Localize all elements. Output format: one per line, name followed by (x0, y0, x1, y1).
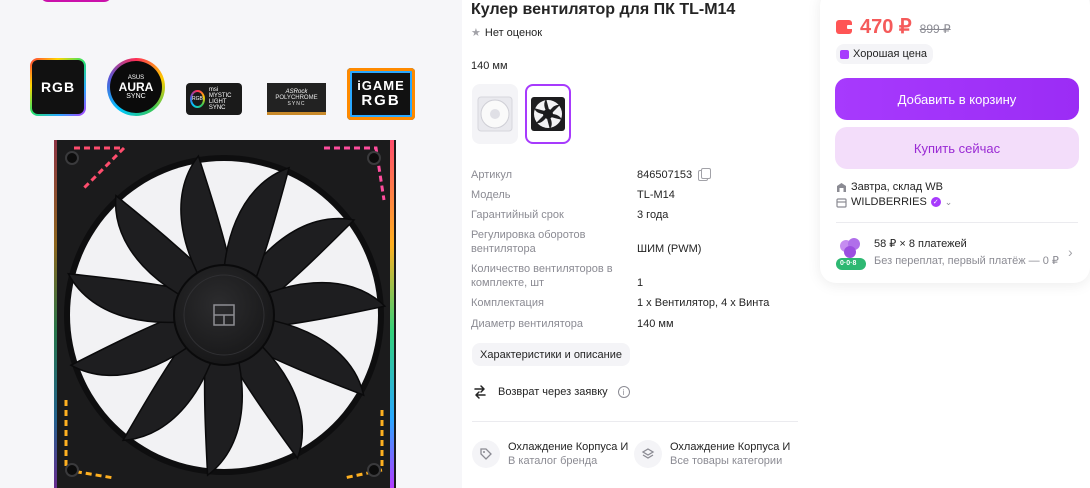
msi-ring: RGB (190, 90, 205, 108)
old-price: 899 ₽ (919, 22, 951, 36)
variant-thumb-black[interactable] (525, 84, 571, 144)
store-icon (836, 197, 847, 208)
copy-icon[interactable] (698, 167, 712, 181)
return-info[interactable]: Возврат через заявку i (472, 384, 630, 400)
installments-badge: 0·0·8 (840, 260, 857, 267)
spec-value: 140 мм (637, 318, 674, 330)
spec-key: Комплектация (471, 297, 544, 309)
igame-text: iGAME (357, 78, 405, 93)
seller-name: WILDBERRIES (851, 196, 927, 208)
fan-image (54, 140, 396, 488)
spec-row-article: Артикул 846507153 (471, 167, 801, 182)
product-gallery[interactable]: RGB ASUS AURA SYNC RGB msi MYSTIC LIGHT … (0, 0, 462, 488)
asrock-polychrome-logo: ASRock POLYCHROME SYNC (267, 83, 326, 115)
top-tag (40, 0, 112, 2)
star-icon: ★ (471, 27, 481, 39)
brand-category-title: Охлаждение Корпуса И (508, 441, 629, 453)
spec-value: ШИМ (PWM) (637, 243, 702, 255)
wallet-icon (836, 20, 853, 34)
spec-value: 3 года (637, 209, 669, 221)
rating-text: Нет оценок (484, 26, 543, 39)
verified-icon: ✓ (930, 197, 941, 207)
spec-row-package: Комплектация 1 х Вентилятор, 4 х Винта (471, 296, 801, 310)
spec-key: Гарантийный срок (471, 209, 564, 221)
installments-icon: 0·0·8 (836, 236, 866, 272)
spec-value: 1 (637, 277, 644, 289)
msi-mystic-light-logo: RGB msi MYSTIC LIGHT SYNC (186, 83, 242, 115)
rgb-badge-label: RGB (40, 79, 76, 95)
rgb-badge: RGB (30, 58, 86, 116)
igame-rgb-logo: iGAME RGB (347, 68, 415, 120)
tag-icon (472, 440, 500, 468)
spec-row-warranty: Гарантийный срок 3 года (471, 208, 801, 222)
aura-main-text: AURA (118, 79, 154, 94)
good-price-text: Хорошая цена (853, 48, 928, 60)
panel-divider (836, 222, 1078, 223)
spec-key: Артикул (471, 169, 513, 181)
aura-sub-text: SYNC (126, 92, 146, 100)
igame-rgb-text: RGB (361, 92, 401, 109)
spec-key: Модель (471, 189, 511, 201)
info-icon[interactable]: i (617, 386, 630, 398)
seller-info[interactable]: WILDBERRIES ✓ ⌄ (836, 196, 952, 208)
add-to-cart-button[interactable]: Добавить в корзину (835, 78, 1079, 120)
installments-subtitle: Без переплат, первый платёж — 0 ₽ (874, 255, 1059, 267)
product-page: RGB ASUS AURA SYNC RGB msi MYSTIC LIGHT … (0, 0, 1090, 488)
current-price: 470 ₽ (860, 16, 912, 38)
spec-value: TL-M14 (637, 189, 675, 201)
category-all-label: Все товары категории (670, 455, 783, 467)
spec-value: 1 х Вентилятор, 4 х Винта (637, 297, 770, 309)
spec-value: 846507153 (637, 167, 712, 182)
spec-row-speed-control: Регулировка оборотов вентилятора ШИМ (PW… (471, 228, 801, 256)
product-title: Кулер вентилятор для ПК TL-M14 (471, 1, 736, 18)
rating[interactable]: ★ Нет оценок (471, 26, 543, 40)
divider (472, 421, 798, 422)
spec-key: Диаметр вентилятора (471, 318, 583, 330)
installments-offer[interactable]: 0·0·8 58 ₽ × 8 платежей Без переплат, пе… (836, 236, 1080, 272)
good-price-badge: Хорошая цена (836, 44, 934, 64)
return-text: Возврат через заявку (498, 386, 608, 398)
black-fan-thumb-icon (531, 97, 565, 131)
spec-row-model: Модель TL-M14 (471, 188, 801, 202)
spec-key: Регулировка оборотов вентилятора (471, 229, 586, 255)
brand-catalog-link[interactable]: Охлаждение Корпуса И В каталог бренда (472, 440, 632, 468)
chevron-right-icon: › (1068, 244, 1073, 260)
warehouse-icon (837, 182, 846, 192)
thumbs-up-icon (840, 49, 849, 59)
brand-catalog-label: В каталог бренда (508, 455, 598, 467)
buy-now-button[interactable]: Купить сейчас (835, 127, 1079, 169)
asrock-sub: SYNC (287, 100, 306, 107)
price-row: 470 ₽ 899 ₽ (836, 14, 951, 39)
delivery-text: Завтра, склад WB (851, 181, 943, 193)
layers-icon (634, 440, 662, 468)
spec-row-fan-count: Количество вентиляторов в комплекте, шт … (471, 262, 801, 290)
delivery-info: Завтра, склад WB (836, 181, 943, 193)
fan-illustration (54, 140, 396, 488)
asus-aura-sync-logo: ASUS AURA SYNC (107, 58, 165, 116)
spec-row-diameter: Диаметр вентилятора 140 мм (471, 317, 801, 331)
variant-thumb-white[interactable] (472, 84, 518, 144)
category-link[interactable]: Охлаждение Корпуса И К Все товары катего… (634, 440, 794, 468)
return-arrows-icon (474, 385, 486, 399)
size-label: 140 мм (471, 60, 508, 72)
category-title: Охлаждение Корпуса И К (670, 441, 794, 453)
article-number: 846507153 (637, 169, 693, 181)
msi-text: msi MYSTIC LIGHT SYNC (208, 87, 232, 111)
characteristics-button[interactable]: Характеристики и описание (472, 343, 630, 366)
chevron-down-icon[interactable]: ⌄ (945, 197, 953, 208)
white-fan-thumb-icon (477, 96, 513, 132)
spec-key: Количество вентиляторов в комплекте, шт (471, 263, 613, 289)
installments-title: 58 ₽ × 8 платежей (874, 238, 967, 250)
